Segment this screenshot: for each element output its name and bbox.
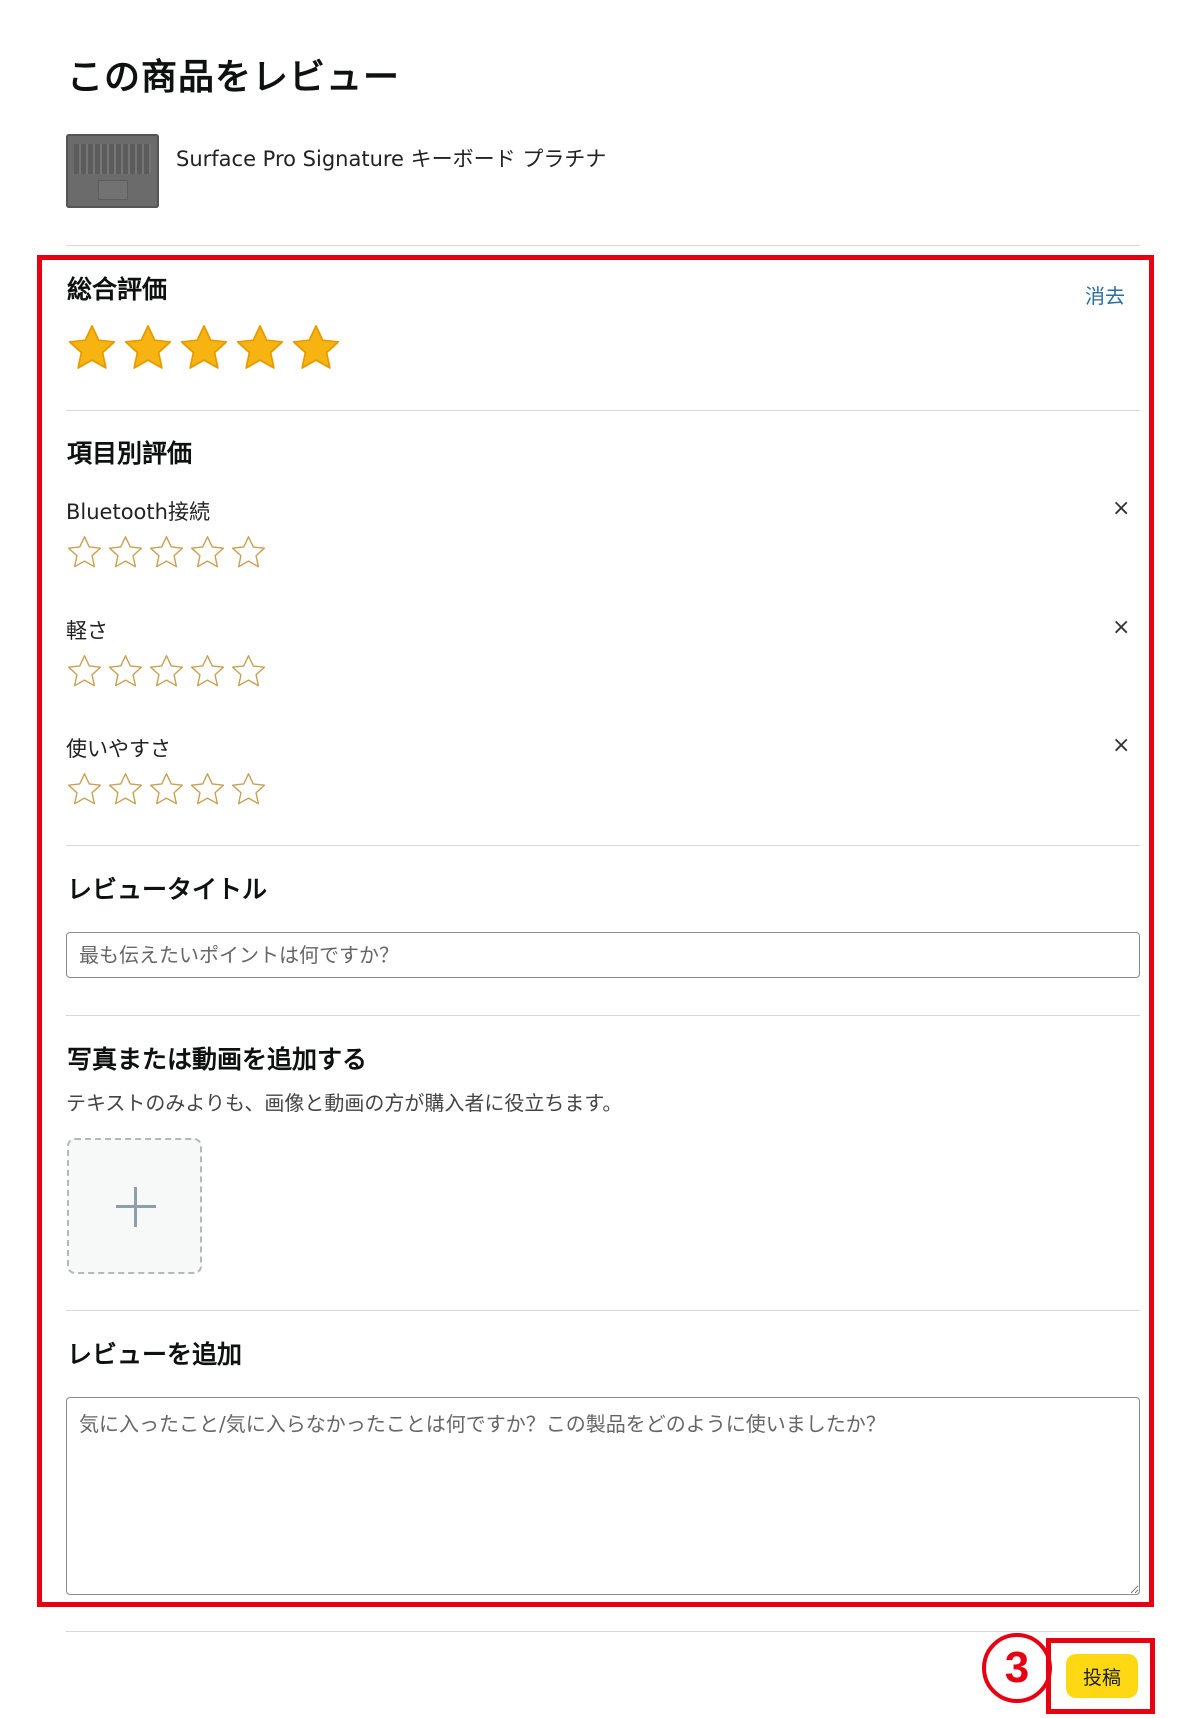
divider (66, 1310, 1140, 1311)
star-filled-icon[interactable] (178, 322, 230, 374)
media-upload-subtext: テキストのみよりも、画像と動画の方が購入者に役立ちます。 (66, 1091, 623, 1115)
star-outline-icon[interactable] (230, 653, 267, 690)
star-filled-icon[interactable] (290, 322, 342, 374)
star-filled-icon[interactable] (66, 322, 118, 374)
divider (66, 410, 1140, 411)
divider (66, 245, 1140, 246)
star-outline-icon[interactable] (189, 653, 226, 690)
star-outline-icon[interactable] (148, 653, 185, 690)
review-body-textarea[interactable] (66, 1397, 1140, 1595)
attribute-label-lightness: 軽さ (66, 619, 108, 643)
star-outline-icon[interactable] (107, 653, 144, 690)
media-upload-heading: 写真または動画を追加する (67, 1045, 368, 1074)
overall-rating-stars (66, 322, 346, 374)
remove-attribute-bluetooth-button[interactable]: × (1112, 496, 1130, 521)
star-filled-icon[interactable] (234, 322, 286, 374)
remove-attribute-usability-button[interactable]: × (1112, 733, 1130, 758)
clear-rating-link[interactable]: 消去 (1085, 280, 1125, 309)
star-outline-icon[interactable] (148, 771, 185, 808)
star-outline-icon[interactable] (230, 771, 267, 808)
overall-rating-heading: 総合評価 (67, 275, 168, 304)
star-outline-icon[interactable] (189, 534, 226, 571)
divider (66, 1015, 1140, 1016)
star-outline-icon[interactable] (66, 653, 103, 690)
annotation-step-number: 3 (982, 1633, 1052, 1703)
star-filled-icon[interactable] (122, 322, 174, 374)
touchpad-graphic (98, 180, 128, 200)
divider (66, 845, 1140, 846)
add-media-button[interactable] (67, 1138, 202, 1274)
review-title-heading: レビュータイトル (67, 875, 268, 904)
star-outline-icon[interactable] (66, 534, 103, 571)
star-outline-icon[interactable] (107, 534, 144, 571)
product-name: Surface Pro Signature キーボード プラチナ (176, 147, 607, 171)
review-title-input[interactable] (66, 932, 1140, 978)
review-body-heading: レビューを追加 (67, 1340, 243, 1369)
star-outline-icon[interactable] (189, 771, 226, 808)
page-title: この商品をレビュー (67, 57, 401, 98)
divider (66, 1631, 1140, 1632)
star-outline-icon[interactable] (148, 534, 185, 571)
product-thumbnail (66, 134, 159, 208)
star-outline-icon[interactable] (66, 771, 103, 808)
attribute-label-bluetooth: Bluetooth接続 (66, 500, 210, 524)
attribute-label-usability: 使いやすさ (66, 737, 171, 761)
attribute-stars-bluetooth (66, 534, 271, 571)
plus-icon (134, 1187, 137, 1227)
remove-attribute-lightness-button[interactable]: × (1112, 615, 1130, 640)
keyboard-keys-graphic (74, 144, 151, 174)
attribute-stars-usability (66, 771, 271, 808)
star-outline-icon[interactable] (230, 534, 267, 571)
attribute-stars-lightness (66, 653, 271, 690)
attribute-rating-heading: 項目別評価 (67, 439, 193, 468)
star-outline-icon[interactable] (107, 771, 144, 808)
submit-button[interactable]: 投稿 (1066, 1654, 1138, 1698)
